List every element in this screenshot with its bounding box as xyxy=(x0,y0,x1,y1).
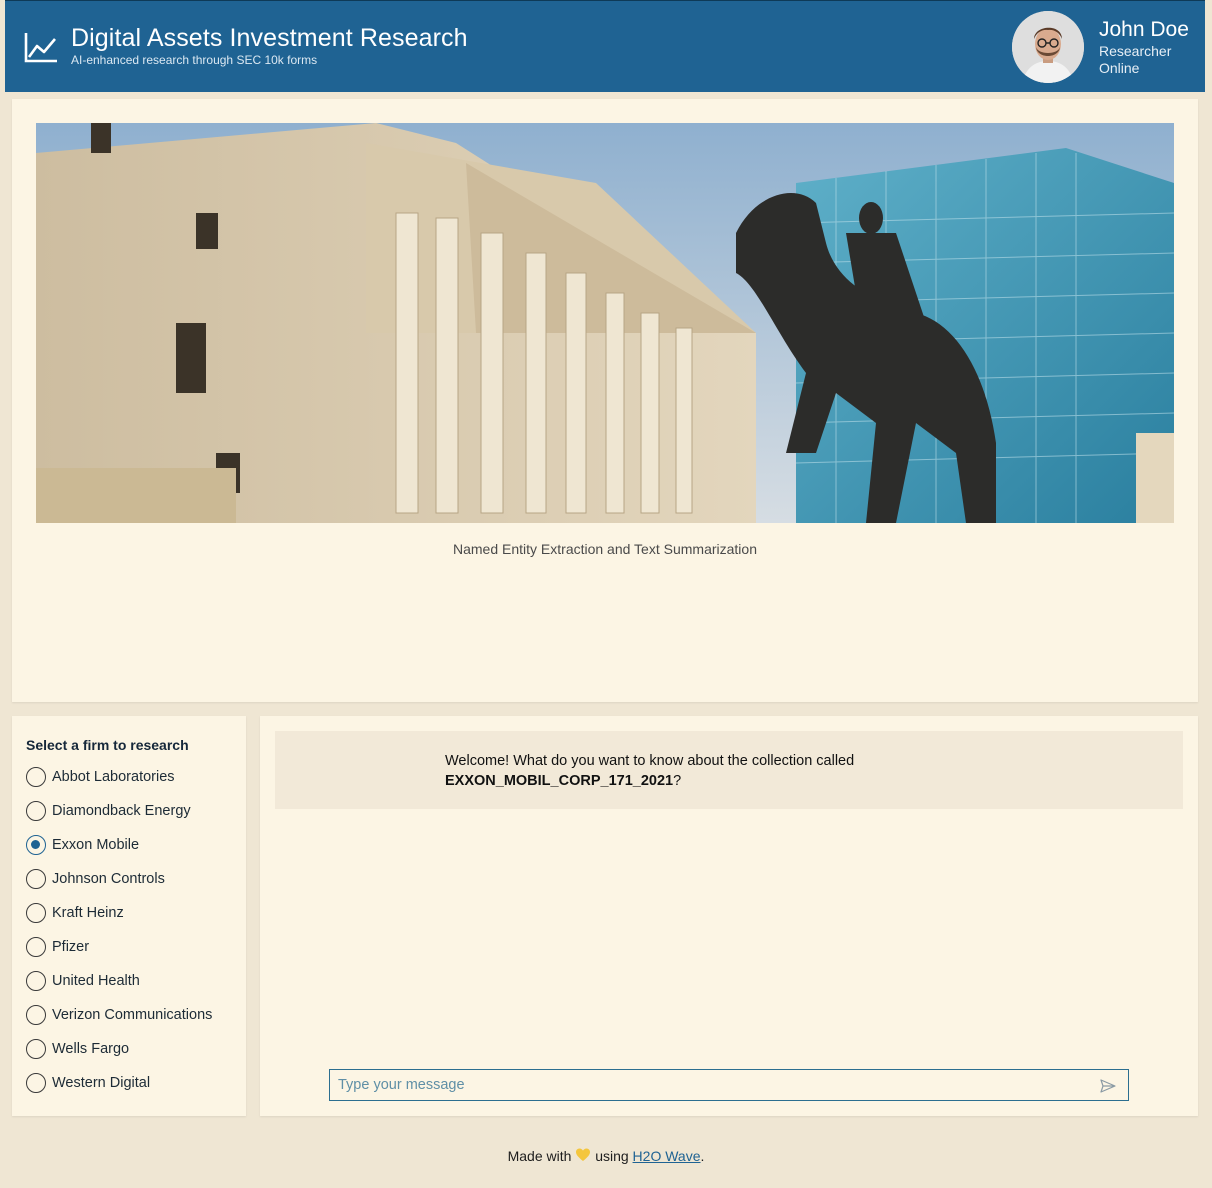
firm-selector-card: Select a firm to research Abbot Laborato… xyxy=(12,716,246,1116)
firm-option[interactable]: Pfizer xyxy=(26,937,212,971)
firm-option-label: United Health xyxy=(52,973,140,989)
radio-button[interactable] xyxy=(26,801,46,821)
line-chart-icon xyxy=(24,33,57,63)
chat-card: Welcome! What do you want to know about … xyxy=(260,716,1198,1116)
firm-option-label: Diamondback Energy xyxy=(52,803,191,819)
radio-button[interactable] xyxy=(26,903,46,923)
hero-caption: Named Entity Extraction and Text Summari… xyxy=(453,541,757,557)
firm-radio-group: Abbot Laboratories Diamondback Energy Ex… xyxy=(26,767,212,1107)
user-avatar[interactable] xyxy=(1012,11,1084,83)
chat-input-box[interactable] xyxy=(329,1069,1129,1101)
footer-prefix: Made with xyxy=(507,1148,572,1164)
user-role: Researcher xyxy=(1099,43,1172,59)
firm-option-label: Verizon Communications xyxy=(52,1007,213,1023)
hero-image xyxy=(36,123,1174,523)
app-title: Digital Assets Investment Research xyxy=(71,24,468,52)
radio-button[interactable] xyxy=(26,1073,46,1093)
firm-option-label: Johnson Controls xyxy=(52,871,165,887)
user-name: John Doe xyxy=(1099,18,1189,41)
radio-button[interactable] xyxy=(26,1039,46,1059)
radio-button[interactable] xyxy=(26,971,46,991)
message-input[interactable] xyxy=(338,1070,1088,1100)
firm-option-label: Wells Fargo xyxy=(52,1041,130,1057)
firm-selector-heading: Select a firm to research xyxy=(26,737,189,753)
firm-option[interactable]: Wells Fargo xyxy=(26,1039,212,1073)
user-status: Online xyxy=(1099,60,1140,76)
firm-option[interactable]: Diamondback Energy xyxy=(26,801,212,835)
firm-option[interactable]: Johnson Controls xyxy=(26,869,212,903)
firm-option[interactable]: Exxon Mobile xyxy=(26,835,212,869)
app-header: Digital Assets Investment Research AI-en… xyxy=(5,0,1205,92)
radio-button[interactable] xyxy=(26,1005,46,1025)
radio-button-selected[interactable] xyxy=(26,835,46,855)
firm-option-label: Pfizer xyxy=(52,939,90,955)
chat-message-prefix: Welcome! What do you want to know about … xyxy=(445,753,855,769)
firm-option[interactable]: United Health xyxy=(26,971,212,1005)
radio-button[interactable] xyxy=(26,869,46,889)
radio-button[interactable] xyxy=(26,767,46,787)
footer-middle: using xyxy=(595,1148,629,1164)
app-subtitle: AI-enhanced research through SEC 10k for… xyxy=(71,53,318,67)
radio-button[interactable] xyxy=(26,937,46,957)
chat-message-text: Welcome! What do you want to know about … xyxy=(445,751,854,791)
firm-option[interactable]: Western Digital xyxy=(26,1073,212,1107)
footer: Made with using H2O Wave. xyxy=(0,1147,1212,1164)
firm-option[interactable]: Abbot Laboratories xyxy=(26,767,212,801)
firm-option-label: Abbot Laboratories xyxy=(52,769,175,785)
chat-message: Welcome! What do you want to know about … xyxy=(275,731,1183,809)
h2o-wave-link[interactable]: H2O Wave xyxy=(633,1148,701,1164)
firm-option[interactable]: Verizon Communications xyxy=(26,1005,212,1039)
firm-option-label: Kraft Heinz xyxy=(52,905,124,921)
chat-message-suffix: ? xyxy=(673,773,682,789)
firm-option-label: Exxon Mobile xyxy=(52,837,140,853)
hero-card: Named Entity Extraction and Text Summari… xyxy=(12,99,1198,702)
firm-option[interactable]: Kraft Heinz xyxy=(26,903,212,937)
avatar-image xyxy=(1012,11,1084,83)
firm-option-label: Western Digital xyxy=(52,1075,151,1091)
heart-icon xyxy=(576,1148,591,1161)
collection-name: EXXON_MOBIL_CORP_171_2021 xyxy=(445,773,674,789)
send-icon[interactable] xyxy=(1100,1078,1116,1094)
footer-suffix: . xyxy=(700,1148,705,1164)
